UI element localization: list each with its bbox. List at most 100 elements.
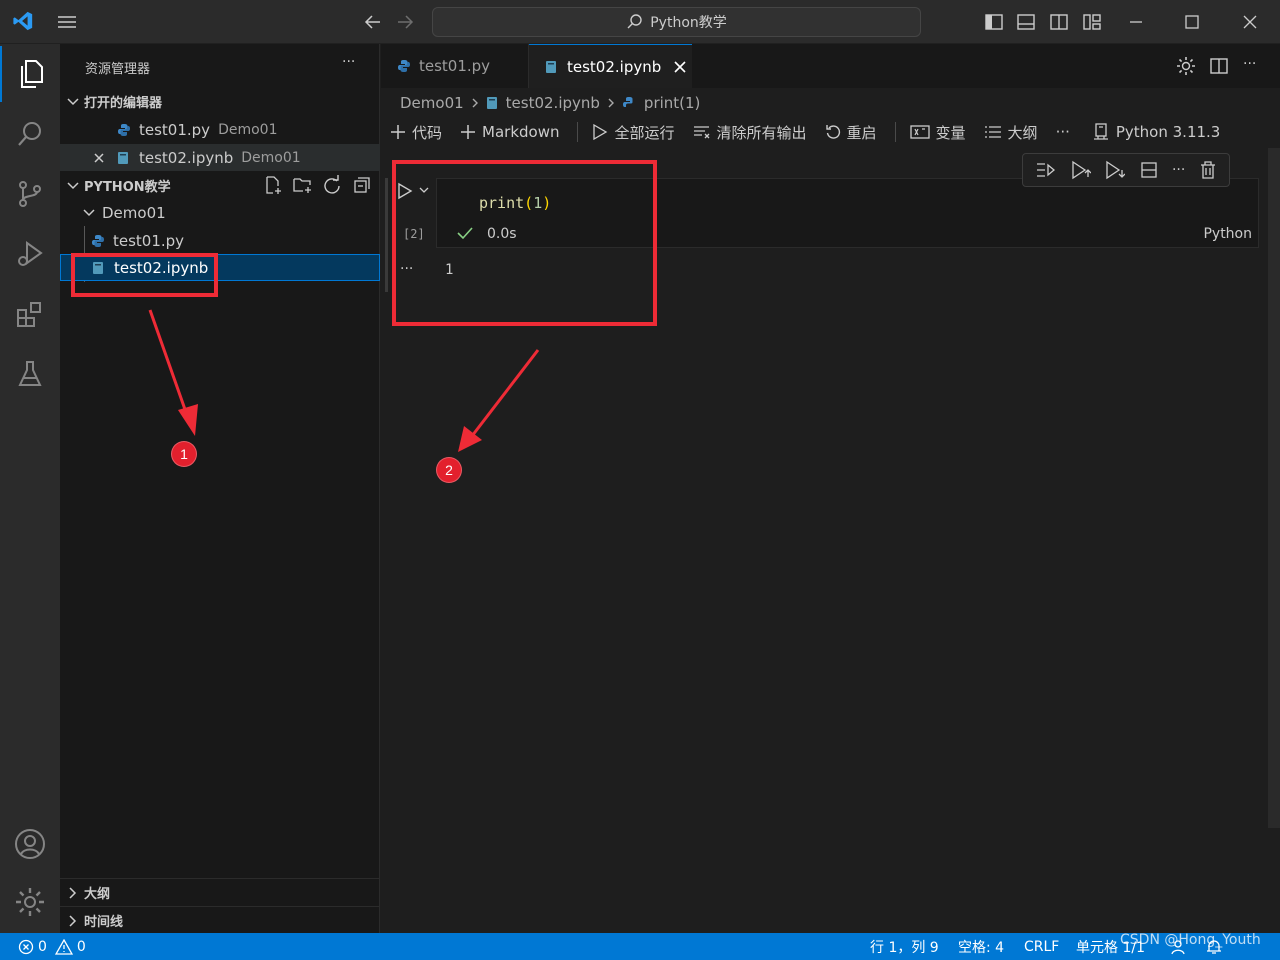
split-cell-icon[interactable] xyxy=(1140,161,1158,179)
toggle-secondary-sidebar-icon[interactable] xyxy=(1047,10,1071,34)
tab-test01[interactable]: test01.py xyxy=(381,44,529,88)
customize-layout-icon[interactable] xyxy=(1080,10,1104,34)
title-bar: Python教学 xyxy=(0,0,1280,44)
toolbar-separator xyxy=(577,122,579,142)
explorer-icon[interactable] xyxy=(0,46,60,102)
toolbar-more-button[interactable]: ··· xyxy=(1056,123,1070,141)
extensions-icon[interactable] xyxy=(0,286,60,342)
outline-button[interactable]: 大纲 xyxy=(984,122,1038,143)
new-folder-icon[interactable] xyxy=(292,175,314,195)
run-debug-icon[interactable] xyxy=(0,226,60,282)
execute-below-icon[interactable] xyxy=(1105,160,1126,180)
open-editors-section[interactable]: 打开的编辑器 xyxy=(66,92,162,111)
maximize-icon[interactable] xyxy=(1180,10,1204,34)
annotation-badge-2: 2 xyxy=(436,457,462,483)
add-code-label: 代码 xyxy=(412,123,443,142)
chevron-right-icon xyxy=(69,886,77,899)
cell-more-icon[interactable]: ··· xyxy=(1172,162,1185,178)
workspace-section[interactable]: PYTHON教学 xyxy=(66,176,171,195)
chevron-right-icon xyxy=(69,914,77,927)
kernel-picker[interactable]: Python 3.11.3 xyxy=(1092,123,1220,141)
editor-more-button[interactable]: ··· xyxy=(1243,56,1256,72)
command-center-search[interactable]: Python教学 xyxy=(432,7,921,37)
toolbar-separator xyxy=(894,122,896,142)
chevron-down-icon xyxy=(67,181,79,189)
folder-row[interactable]: Demo01 xyxy=(60,199,380,226)
sash[interactable] xyxy=(385,178,388,292)
delete-trash-icon[interactable] xyxy=(1200,161,1216,179)
plus-icon xyxy=(391,125,405,139)
collapse-all-icon[interactable] xyxy=(352,175,372,195)
error-count: 0 xyxy=(38,938,47,955)
error-icon xyxy=(18,939,34,954)
open-editor-item[interactable]: test01.py Demo01 xyxy=(60,116,380,143)
watermark: CSDN @Hong_Youth xyxy=(1120,932,1261,948)
outline-list-icon xyxy=(984,126,1001,138)
open-editor-item-active[interactable]: test02.ipynb Demo01 xyxy=(60,144,380,171)
activity-bar xyxy=(0,44,60,933)
chevron-right-icon xyxy=(472,98,478,108)
notebook-file-icon xyxy=(546,60,556,73)
close-icon[interactable] xyxy=(93,152,105,164)
menu-icon[interactable] xyxy=(56,12,78,32)
execute-above-icon[interactable] xyxy=(1071,160,1091,180)
problems-indicator[interactable]: 0 0 xyxy=(18,933,86,960)
testing-flask-icon[interactable] xyxy=(0,346,60,402)
clear-all-outputs-button[interactable]: 清除所有输出 xyxy=(693,122,807,143)
back-arrow-icon[interactable] xyxy=(362,12,384,32)
editor-tab-bar: test01.py test02.ipynb ··· xyxy=(381,44,1280,88)
breadcrumb-folder[interactable]: Demo01 xyxy=(400,94,464,112)
warning-icon xyxy=(54,938,73,955)
forward-arrow-icon[interactable] xyxy=(394,12,416,32)
variables-label: 变量 xyxy=(935,123,966,142)
annotation-badge-1: 1 xyxy=(171,441,197,467)
workspace-label: PYTHON教学 xyxy=(84,180,171,195)
settings-gear-icon[interactable] xyxy=(1176,56,1196,76)
divider xyxy=(60,878,380,879)
annotation-arrow-1 xyxy=(148,309,198,436)
explorer-more-button[interactable]: ··· xyxy=(342,54,355,70)
breadcrumb-file[interactable]: test02.ipynb xyxy=(506,94,600,112)
breadcrumb-symbol[interactable]: print(1) xyxy=(644,94,701,112)
chevron-right-icon xyxy=(608,98,614,108)
file-name: test01.py xyxy=(113,231,185,250)
notebook-file-icon xyxy=(486,97,497,109)
cursor-position[interactable]: 行 1，列 9 xyxy=(870,933,939,960)
annotation-arrow-2 xyxy=(458,349,540,452)
annotation-box-1 xyxy=(71,253,218,297)
python-file-icon xyxy=(398,60,410,72)
tab-test02[interactable]: test02.ipynb xyxy=(529,44,692,88)
restart-kernel-button[interactable]: 重启 xyxy=(825,122,877,143)
run-all-button[interactable]: 全部运行 xyxy=(592,122,675,143)
account-icon[interactable] xyxy=(0,816,60,872)
run-by-line-icon[interactable] xyxy=(1036,161,1056,179)
toggle-panel-icon[interactable] xyxy=(1014,10,1038,34)
annotation-box-2 xyxy=(392,160,657,326)
minimize-icon[interactable] xyxy=(1124,10,1148,34)
vscode-logo-icon xyxy=(12,10,34,32)
add-code-cell-button[interactable]: 代码 xyxy=(390,122,442,143)
cell-language[interactable]: Python xyxy=(1203,226,1252,242)
variables-button[interactable]: 变量 xyxy=(909,122,966,143)
cell-toolbar: ··· xyxy=(1022,153,1230,187)
file-row[interactable]: test01.py xyxy=(60,227,380,254)
add-markdown-cell-button[interactable]: Markdown xyxy=(460,123,559,141)
close-icon[interactable] xyxy=(673,60,687,74)
indentation[interactable]: 空格: 4 xyxy=(958,933,1004,960)
refresh-icon[interactable] xyxy=(322,175,342,195)
split-editor-icon[interactable] xyxy=(1209,56,1229,76)
timeline-section[interactable]: 时间线 xyxy=(66,911,123,930)
close-window-icon[interactable] xyxy=(1238,10,1262,34)
editor-scrollbar[interactable] xyxy=(1268,148,1280,828)
explorer-sidebar: 资源管理器 ··· 打开的编辑器 test01.py Demo01 test02… xyxy=(60,44,380,933)
open-editor-name: test02.ipynb xyxy=(139,148,234,167)
manage-gear-icon[interactable] xyxy=(0,874,60,930)
kernel-label: Python 3.11.3 xyxy=(1115,123,1221,141)
toggle-primary-sidebar-icon[interactable] xyxy=(982,10,1006,34)
tab-label: test01.py xyxy=(419,57,491,75)
new-file-icon[interactable] xyxy=(263,175,283,195)
end-of-line[interactable]: CRLF xyxy=(1024,933,1059,960)
outline-section[interactable]: 大纲 xyxy=(66,883,110,902)
search-icon[interactable] xyxy=(0,106,60,162)
source-control-icon[interactable] xyxy=(0,166,60,222)
